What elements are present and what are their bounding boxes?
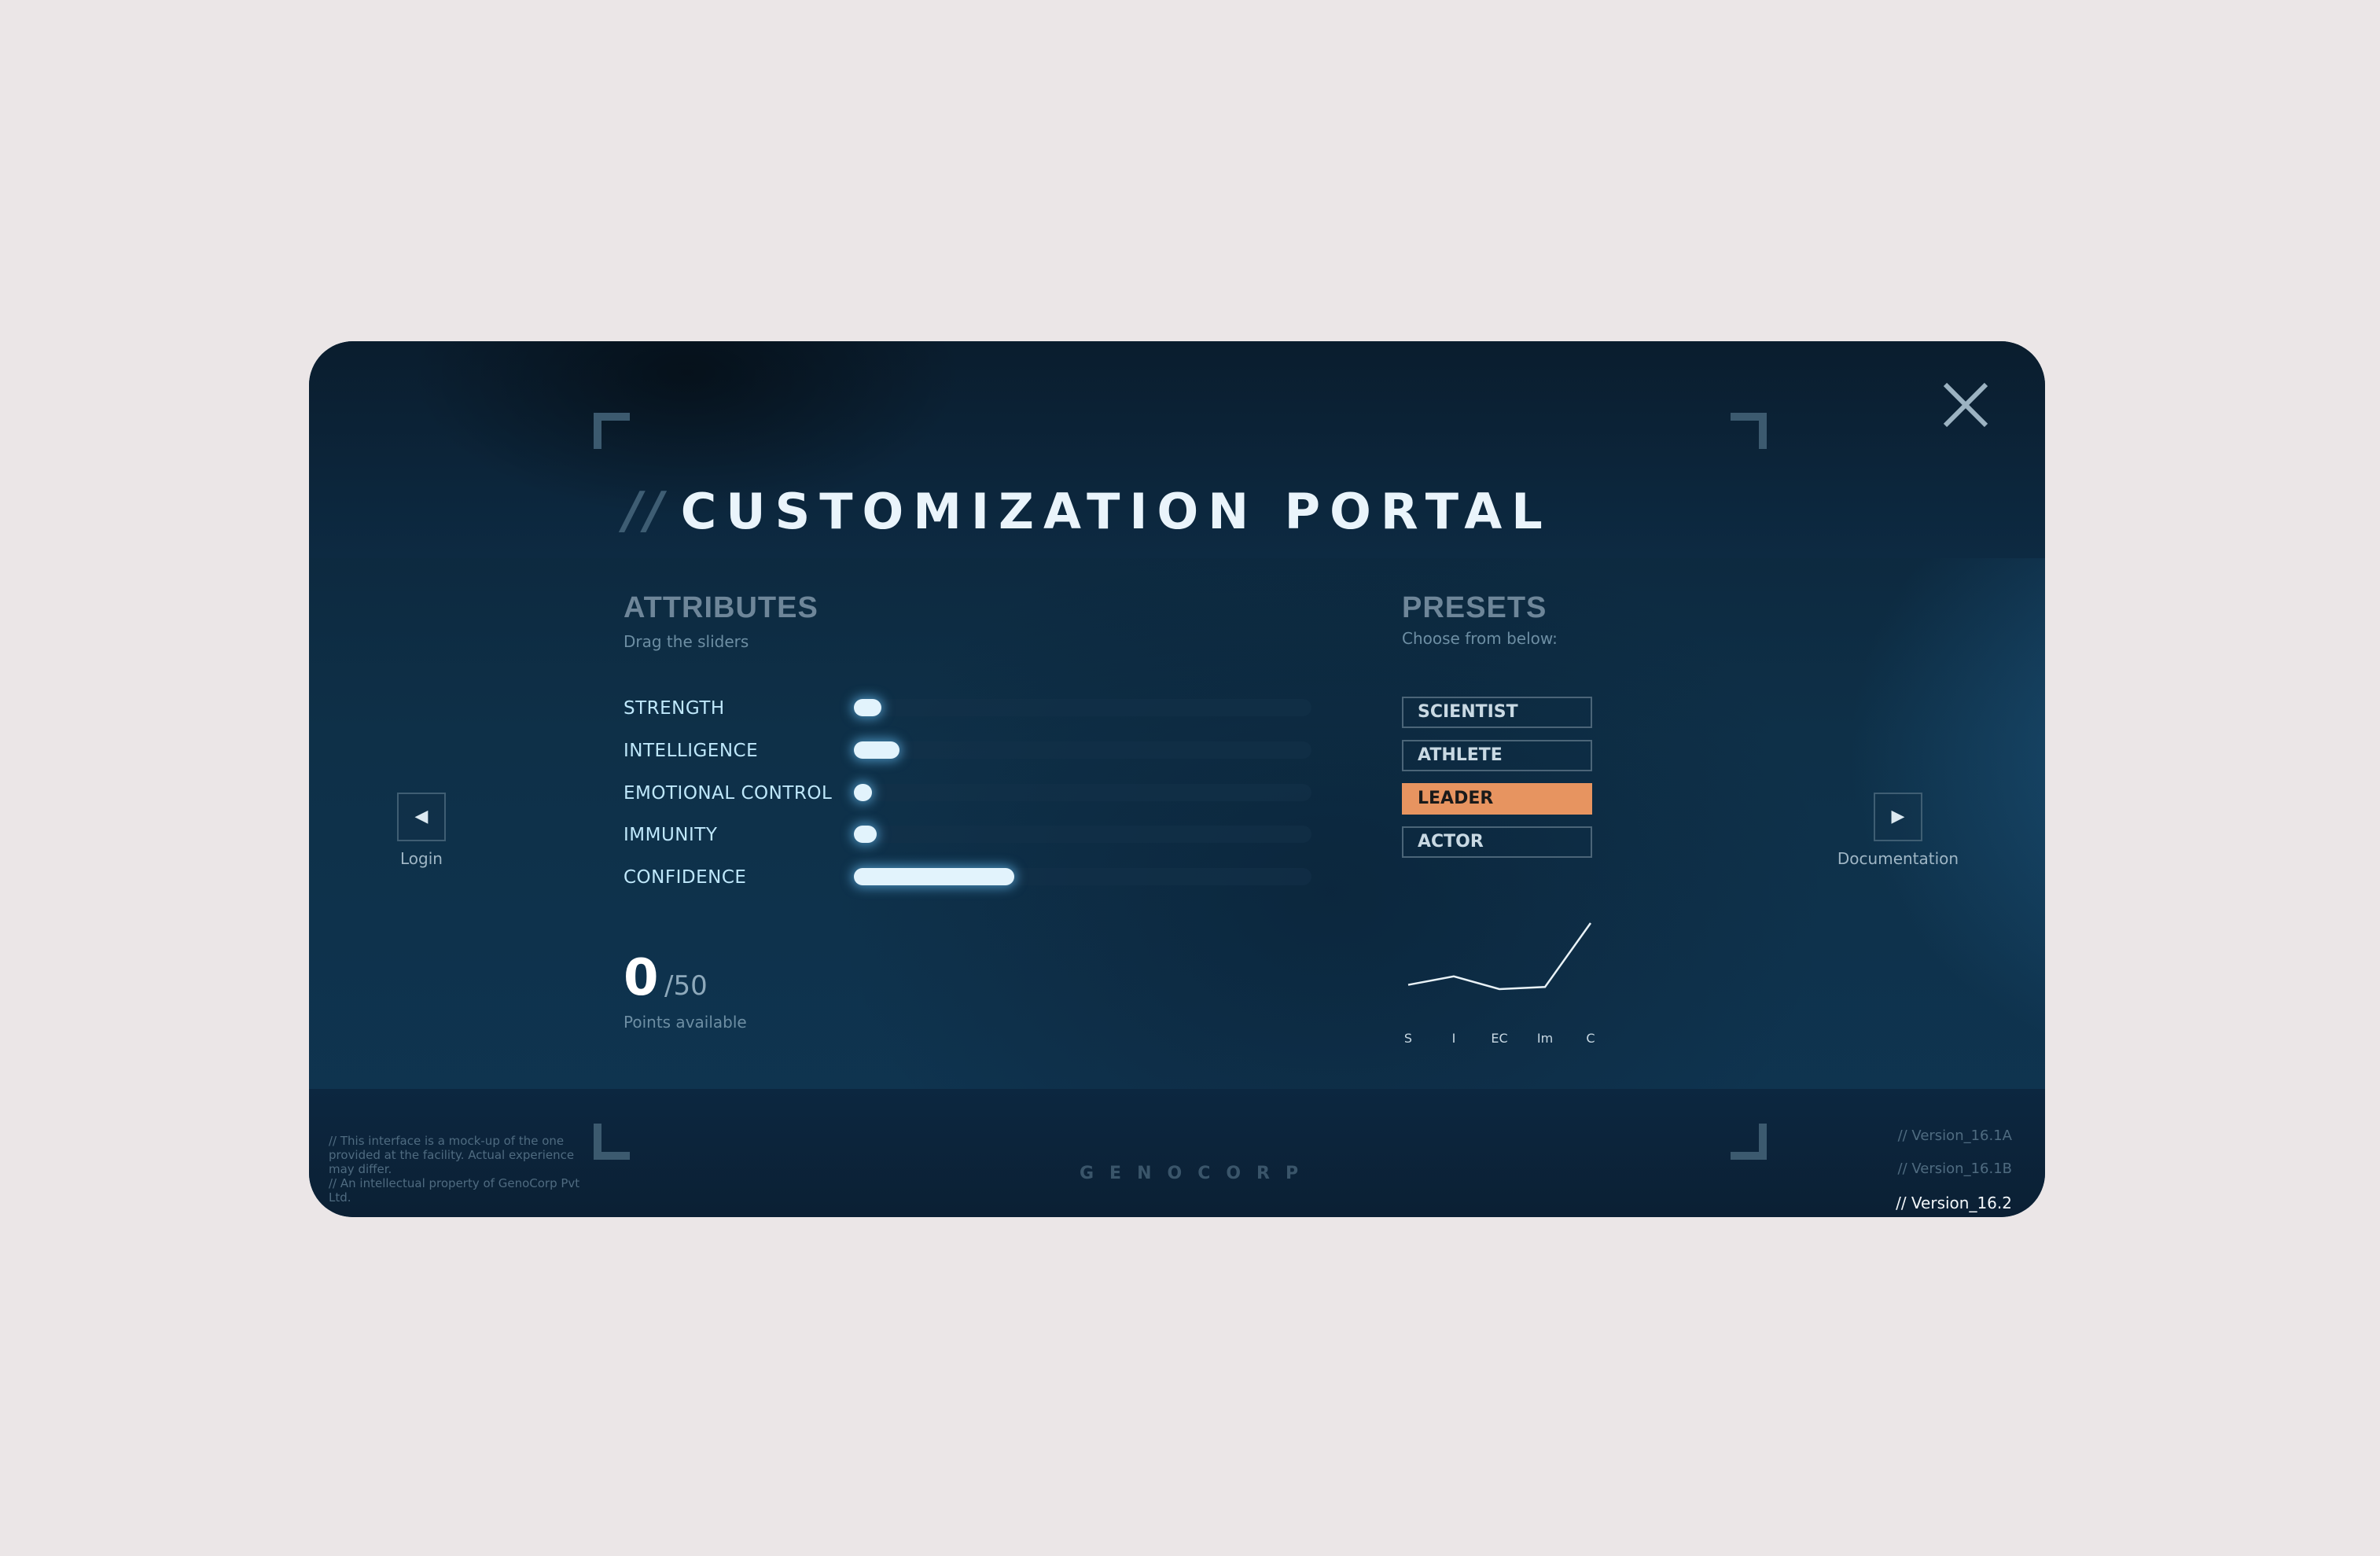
points-max-value: /50 [664, 970, 708, 1002]
next-page-label[interactable]: Documentation [1823, 849, 1973, 868]
title-prefix: // [624, 482, 667, 540]
slider-confidence[interactable] [854, 868, 1311, 885]
version-link-16-1b[interactable]: // Version_16.1B [1898, 1161, 2012, 1177]
frame-corner-top-left [594, 413, 630, 449]
slider-fill-strength[interactable] [854, 699, 881, 716]
frame-corner-bottom-right [1731, 1124, 1767, 1160]
slider-fill-intelligence[interactable] [854, 741, 899, 759]
prev-page-label[interactable]: Login [356, 849, 487, 868]
close-button[interactable] [1940, 380, 1991, 430]
attribute-label-strength: STRENGTH [624, 698, 725, 719]
version-link-16-2[interactable]: // Version_16.2 [1896, 1194, 2012, 1212]
version-link-16-1a[interactable]: // Version_16.1A [1898, 1127, 2012, 1144]
prev-page-button[interactable]: ◀ [397, 793, 446, 841]
page-title: // CUSTOMIZATION PORTAL [624, 480, 1552, 543]
slider-strength[interactable] [854, 699, 1311, 716]
attributes-subheading: Drag the sliders [624, 632, 749, 651]
profile-axis-label: I [1452, 1031, 1456, 1046]
attribute-label-confidence: CONFIDENCE [624, 867, 747, 888]
slider-intelligence[interactable] [854, 741, 1311, 759]
disclaimer-text: // This interface is a mock-up of the on… [329, 1134, 580, 1205]
points-available-label: Points available [624, 1013, 747, 1032]
customization-portal-window: // CUSTOMIZATION PORTAL ATTRIBUTES Drag … [309, 341, 2045, 1217]
preset-scientist-button[interactable]: SCIENTIST [1402, 697, 1592, 728]
profile-axis-label: C [1586, 1031, 1595, 1046]
arrow-right-icon: ▶ [1891, 807, 1905, 826]
title-text: CUSTOMIZATION PORTAL [680, 482, 1552, 540]
slider-fill-confidence[interactable] [854, 868, 1014, 885]
attribute-label-emotional-control: EMOTIONAL CONTROL [624, 783, 833, 804]
frame-corner-bottom-left [594, 1124, 630, 1160]
slider-emotional-control[interactable] [854, 784, 1311, 801]
profile-axis-label: EC [1491, 1031, 1507, 1046]
attributes-heading: ATTRIBUTES [624, 591, 818, 624]
slider-immunity[interactable] [854, 826, 1311, 843]
preset-leader-button[interactable]: LEADER [1402, 783, 1592, 815]
attribute-label-intelligence: INTELLIGENCE [624, 741, 759, 761]
next-page-button[interactable]: ▶ [1874, 793, 1922, 841]
brand-logo-text: GENOCORP [1080, 1164, 1315, 1183]
preset-athlete-button[interactable]: ATHLETE [1402, 740, 1592, 771]
attribute-label-immunity: IMMUNITY [624, 825, 718, 845]
arrow-left-icon: ◀ [414, 807, 429, 826]
profile-axis-label: Im [1537, 1031, 1553, 1046]
frame-corner-top-right [1731, 413, 1767, 449]
profile-axis-label: S [1404, 1031, 1412, 1046]
presets-subheading: Choose from below: [1402, 629, 1558, 648]
attribute-profile-chart: S I EC Im C [1404, 922, 1595, 1046]
preset-actor-button[interactable]: ACTOR [1402, 826, 1592, 858]
presets-heading: PRESETS [1402, 591, 1547, 624]
slider-fill-immunity[interactable] [854, 826, 877, 843]
close-icon [1943, 382, 1988, 428]
slider-fill-emotional-control[interactable] [854, 784, 872, 801]
points-available-value: 0 [624, 949, 659, 1007]
profile-line [1407, 922, 1592, 991]
